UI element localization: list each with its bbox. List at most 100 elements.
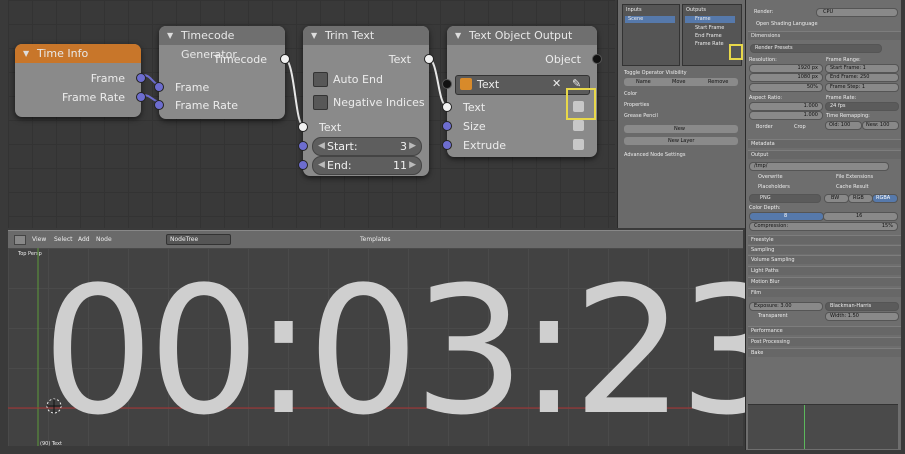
- output-path-field[interactable]: /tmp/: [749, 162, 889, 171]
- dimensions-section[interactable]: Dimensions: [748, 31, 901, 40]
- remove-button[interactable]: Remove: [708, 79, 728, 85]
- bw-button[interactable]: BW: [824, 194, 849, 203]
- color-section[interactable]: Color: [624, 91, 637, 97]
- editor-type-icon[interactable]: [14, 235, 26, 245]
- filter-select[interactable]: Blackman-Harris: [825, 302, 899, 311]
- timeline-strip[interactable]: [748, 404, 898, 449]
- socket-object-out[interactable]: [592, 54, 602, 64]
- motion-blur-section[interactable]: Motion Blur: [748, 277, 901, 286]
- cache-result-checkbox[interactable]: Cache Result: [836, 184, 869, 190]
- list-item[interactable]: Scene: [625, 16, 675, 23]
- volume-sampling-section[interactable]: Volume Sampling: [748, 255, 901, 264]
- list-item[interactable]: Frame: [685, 16, 735, 23]
- advanced-settings-section[interactable]: Advanced Node Settings: [624, 152, 685, 158]
- socket-timecode-out[interactable]: [280, 54, 290, 64]
- socket-extrude-in[interactable]: [442, 140, 452, 150]
- socket-start-in[interactable]: [298, 141, 308, 151]
- node-tree-selector[interactable]: NodeTree: [166, 234, 231, 245]
- placeholders-checkbox[interactable]: Placeholders: [758, 184, 790, 190]
- select-menu[interactable]: Select: [54, 236, 73, 243]
- view-menu[interactable]: View: [32, 236, 46, 243]
- collapse-icon[interactable]: ▼: [23, 44, 29, 63]
- output-item[interactable]: Start Frame: [695, 25, 724, 31]
- exposure-field[interactable]: Exposure: 3.00: [749, 302, 823, 311]
- new-field[interactable]: New: 100: [862, 121, 899, 130]
- increment-icon[interactable]: ▶: [409, 157, 416, 174]
- timecode-text-object[interactable]: 00:03:23: [42, 262, 790, 442]
- new-layer-button[interactable]: New Layer: [624, 137, 738, 145]
- time-info-node[interactable]: ▼ Time Info Frame Frame Rate: [15, 44, 146, 117]
- depth-16-button[interactable]: 16: [823, 212, 898, 221]
- start-frame-field[interactable]: Start Frame: 1: [825, 64, 899, 73]
- node-menu[interactable]: Node: [96, 236, 112, 243]
- render-engine-select[interactable]: CPU: [816, 8, 898, 17]
- frame-step-field[interactable]: Frame Step: 1: [825, 83, 899, 92]
- socket-size-in[interactable]: [442, 121, 452, 131]
- file-extensions-checkbox[interactable]: File Extensions: [836, 174, 873, 180]
- post-processing-section[interactable]: Post Processing: [748, 337, 901, 346]
- collapse-icon[interactable]: ▼: [455, 26, 461, 45]
- border-checkbox[interactable]: Border: [756, 124, 773, 130]
- osl-checkbox-label[interactable]: Open Shading Language: [756, 21, 818, 27]
- collapse-icon[interactable]: ▼: [311, 26, 317, 45]
- freestyle-section[interactable]: Freestyle: [748, 235, 901, 244]
- auto-end-checkbox[interactable]: [313, 72, 328, 87]
- aspect-x[interactable]: 1.000: [749, 102, 823, 111]
- aspect-y[interactable]: 1.000: [749, 111, 823, 120]
- move-button[interactable]: Move: [672, 79, 685, 85]
- crop-checkbox[interactable]: Crop: [794, 124, 806, 130]
- inputs-list[interactable]: Inputs Scene: [622, 4, 680, 66]
- close-icon[interactable]: ✕: [552, 77, 561, 90]
- timecode-generator-node[interactable]: ▼ Timecode Generator Timecode Frame Fram…: [154, 26, 290, 119]
- resolution-y[interactable]: 1080 px: [749, 73, 823, 82]
- resolution-x[interactable]: 1920 px: [749, 64, 823, 73]
- output-item[interactable]: End Frame: [695, 33, 722, 39]
- resolution-percent[interactable]: 50%: [749, 83, 823, 92]
- end-field[interactable]: ◀ End: 11 ▶: [312, 156, 422, 175]
- light-paths-section[interactable]: Light Paths: [748, 266, 901, 275]
- socket-text-in[interactable]: [298, 122, 308, 132]
- options-toggle[interactable]: [573, 139, 584, 150]
- render-presets-select[interactable]: Render Presets: [750, 44, 882, 53]
- rgba-button[interactable]: RGBA: [872, 194, 898, 203]
- transparent-checkbox[interactable]: Transparent: [758, 313, 788, 319]
- collapse-icon[interactable]: ▼: [167, 26, 173, 45]
- depth-8-button[interactable]: 8: [749, 212, 824, 221]
- socket-frame-rate-out[interactable]: [136, 92, 146, 102]
- output-header[interactable]: ▼ Text Object Output: [447, 26, 597, 45]
- decrement-icon[interactable]: ◀: [318, 157, 325, 174]
- socket-text-in[interactable]: [442, 102, 452, 112]
- properties-section[interactable]: Properties: [624, 102, 649, 108]
- socket-frame-out[interactable]: [136, 73, 146, 83]
- time-info-header[interactable]: ▼ Time Info: [15, 44, 141, 63]
- output-section[interactable]: Output: [748, 150, 901, 159]
- fps-select[interactable]: 24 fps: [825, 102, 899, 111]
- compression-slider[interactable]: Compression: 15%: [749, 222, 898, 231]
- templates-menu[interactable]: Templates: [360, 236, 391, 243]
- new-button[interactable]: New: [624, 125, 738, 133]
- end-frame-field[interactable]: End Frame: 250: [825, 73, 899, 82]
- film-section[interactable]: Film: [748, 288, 901, 297]
- playhead[interactable]: [804, 405, 805, 449]
- socket-object-in[interactable]: [442, 79, 452, 89]
- increment-icon[interactable]: ▶: [409, 138, 416, 155]
- grease-pencil-section[interactable]: Grease Pencil: [624, 113, 658, 119]
- trim-header[interactable]: ▼ Trim Text: [303, 26, 429, 45]
- trim-text-node[interactable]: ▼ Trim Text Text Auto End Negative Indic…: [298, 26, 434, 176]
- filter-width-field[interactable]: Width: 1.50: [825, 312, 899, 321]
- rgb-button[interactable]: RGB: [848, 194, 873, 203]
- add-menu[interactable]: Add: [78, 236, 90, 243]
- timecode-header[interactable]: ▼ Timecode Generator: [159, 26, 285, 61]
- socket-end-in[interactable]: [298, 160, 308, 170]
- start-field[interactable]: ◀ Start: 3 ▶: [312, 137, 422, 156]
- negative-indices-checkbox[interactable]: [313, 95, 328, 110]
- metadata-section[interactable]: Metadata: [748, 139, 901, 148]
- overwrite-checkbox[interactable]: Overwrite: [758, 174, 783, 180]
- options-toggle[interactable]: [573, 120, 584, 131]
- format-select[interactable]: PNG: [749, 194, 821, 203]
- sampling-section[interactable]: Sampling: [748, 245, 901, 254]
- socket-text-out[interactable]: [424, 54, 434, 64]
- socket-frame-rate-in[interactable]: [154, 100, 164, 110]
- socket-frame-in[interactable]: [154, 82, 164, 92]
- output-item[interactable]: Frame Rate: [695, 41, 724, 47]
